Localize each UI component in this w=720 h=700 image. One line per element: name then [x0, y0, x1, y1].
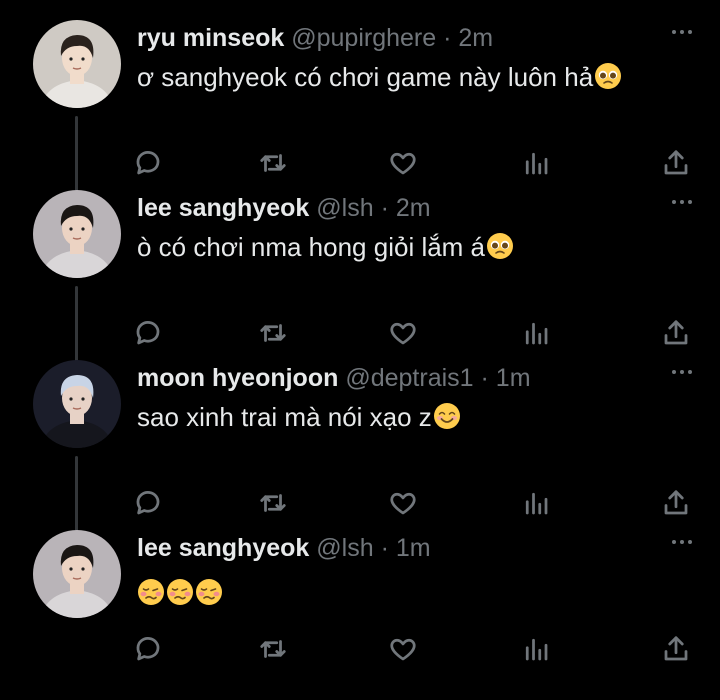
separator-dot: · [380, 194, 389, 222]
tweet-4[interactable]: lee sanghyeok @lsh · 1m [0, 530, 720, 700]
tweet-text-content: ơ sanghyeok có chơi game này luôn hả [137, 62, 594, 92]
analytics-icon[interactable] [521, 488, 553, 520]
tweet-actions [133, 318, 703, 350]
avatar[interactable] [33, 360, 121, 448]
timestamp[interactable]: 2m [458, 24, 493, 52]
woozy-face-emoji-icon [137, 578, 165, 606]
tweet-1[interactable]: ryu minseok @pupirghere · 2m ơ sanghyeok… [0, 20, 720, 194]
separator-dot: · [380, 534, 389, 562]
display-name[interactable]: lee sanghyeok [137, 194, 309, 222]
like-icon[interactable] [388, 318, 420, 350]
like-icon[interactable] [388, 634, 420, 666]
reply-icon[interactable] [133, 148, 165, 180]
tweet-text: ơ sanghyeok có chơi game này luôn hả [137, 60, 700, 94]
tweet-text [137, 576, 700, 610]
more-options-icon[interactable] [672, 540, 692, 544]
pleading-face-emoji-icon [594, 62, 622, 90]
timestamp[interactable]: 2m [396, 194, 431, 222]
tweet-header: moon hyeonjoon @deptrais1 · 1m [137, 362, 700, 394]
tweet-text: sao xinh trai mà nói xạo z [137, 400, 700, 434]
display-name[interactable]: ryu minseok [137, 24, 284, 52]
tweet-2[interactable]: lee sanghyeok @lsh · 2m ò có chơi nma ho… [0, 190, 720, 364]
more-options-icon[interactable] [672, 370, 692, 374]
like-icon[interactable] [388, 148, 420, 180]
retweet-icon[interactable] [258, 318, 290, 350]
tweet-actions [133, 634, 703, 666]
tweet-3[interactable]: moon hyeonjoon @deptrais1 · 1m sao xinh … [0, 360, 720, 534]
like-icon[interactable] [388, 488, 420, 520]
woozy-face-emoji-icon [195, 578, 223, 606]
retweet-icon[interactable] [258, 148, 290, 180]
thread-connector-line [75, 286, 78, 364]
reply-icon[interactable] [133, 488, 165, 520]
retweet-icon[interactable] [258, 634, 290, 666]
reply-icon[interactable] [133, 318, 165, 350]
timestamp[interactable]: 1m [496, 364, 531, 392]
user-handle[interactable]: @lsh [316, 194, 373, 222]
tweet-text: ò có chơi nma hong giỏi lắm á [137, 230, 700, 264]
more-options-icon[interactable] [672, 200, 692, 204]
tweet-header: ryu minseok @pupirghere · 2m [137, 22, 700, 54]
tweet-header: lee sanghyeok @lsh · 1m [137, 532, 700, 564]
tweet-actions [133, 148, 703, 180]
tweet-header: lee sanghyeok @lsh · 2m [137, 192, 700, 224]
avatar[interactable] [33, 20, 121, 108]
share-icon[interactable] [661, 318, 693, 350]
user-handle[interactable]: @deptrais1 [345, 364, 473, 392]
tweet-thread: ryu minseok @pupirghere · 2m ơ sanghyeok… [0, 0, 720, 684]
retweet-icon[interactable] [258, 488, 290, 520]
thread-connector-line [75, 116, 78, 194]
tweet-actions [133, 488, 703, 520]
more-options-icon[interactable] [672, 30, 692, 34]
display-name[interactable]: moon hyeonjoon [137, 364, 338, 392]
avatar[interactable] [33, 190, 121, 278]
share-icon[interactable] [661, 148, 693, 180]
analytics-icon[interactable] [521, 148, 553, 180]
avatar[interactable] [33, 530, 121, 618]
separator-dot: · [443, 24, 452, 52]
tweet-text-content: ò có chơi nma hong giỏi lắm á [137, 232, 486, 262]
reply-icon[interactable] [133, 634, 165, 666]
smiling-face-emoji-icon [433, 402, 461, 430]
tweet-text-content: sao xinh trai mà nói xạo z [137, 402, 432, 432]
timestamp[interactable]: 1m [396, 534, 431, 562]
pleading-face-emoji-icon [486, 232, 514, 260]
share-icon[interactable] [661, 488, 693, 520]
user-handle[interactable]: @lsh [316, 534, 373, 562]
analytics-icon[interactable] [521, 318, 553, 350]
share-icon[interactable] [661, 634, 693, 666]
analytics-icon[interactable] [521, 634, 553, 666]
thread-connector-line [75, 456, 78, 534]
separator-dot: · [480, 364, 489, 392]
display-name[interactable]: lee sanghyeok [137, 534, 309, 562]
woozy-face-emoji-icon [166, 578, 194, 606]
user-handle[interactable]: @pupirghere [291, 24, 436, 52]
